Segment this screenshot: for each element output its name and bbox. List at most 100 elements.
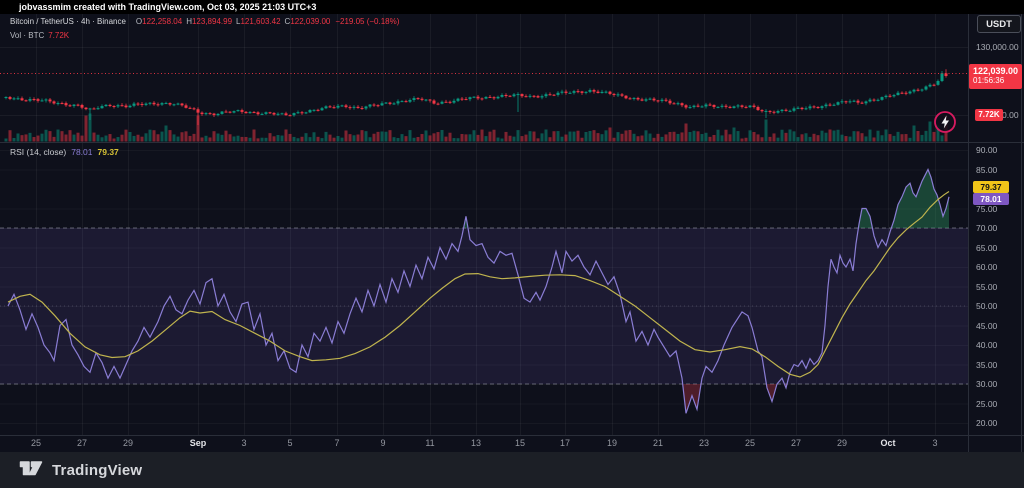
volume-bar	[33, 137, 36, 141]
candle-body	[337, 106, 340, 108]
candle-body	[113, 106, 116, 107]
candle-body	[869, 100, 872, 102]
volume-bar	[785, 133, 788, 142]
candle-body	[861, 103, 864, 104]
candle-body	[221, 112, 224, 114]
rsi-axis-tick: 85.00	[976, 165, 997, 175]
volume-bar	[37, 136, 40, 142]
candle-body	[717, 107, 720, 108]
rsi-ma-legend-value: 79.37	[98, 147, 119, 157]
volume-bar	[893, 136, 896, 142]
volume-bar	[249, 138, 252, 142]
candle-body	[897, 93, 900, 95]
candle-body	[613, 94, 616, 95]
volume-bar	[265, 138, 268, 142]
candle-body	[181, 104, 184, 106]
brand-wordmark[interactable]: TradingView	[52, 462, 142, 479]
candle-body	[201, 113, 204, 114]
volume-bar	[57, 130, 60, 142]
attribution-text: jobvassmim created with TradingView.com,…	[19, 2, 316, 12]
candle-body	[133, 104, 136, 106]
candle-body	[69, 105, 72, 106]
rsi-axis-tick: 75.00	[976, 204, 997, 214]
volume-bar	[797, 137, 800, 141]
symbol-legend: Bitcoin / TetherUS · 4h · BinanceO122,25…	[10, 17, 399, 26]
rsi-axis-tick: 45.00	[976, 321, 997, 331]
footer-bar: TradingView	[0, 452, 1024, 488]
volume-bar	[561, 137, 564, 142]
volume-bar	[61, 131, 64, 141]
volume-bar	[313, 132, 316, 141]
time-axis-tick: 17	[548, 438, 582, 448]
candle-body	[249, 112, 252, 113]
candle-body	[93, 108, 96, 109]
candle-body	[597, 92, 600, 93]
volume-bar	[513, 137, 516, 142]
candle-body	[553, 95, 556, 96]
time-axis-tick: 27	[779, 438, 813, 448]
volume-bar	[573, 132, 576, 142]
candle-body	[389, 103, 392, 104]
candle-body	[193, 108, 196, 109]
volume-bar	[505, 132, 508, 142]
candle-body	[285, 113, 288, 115]
candle-body	[629, 98, 632, 99]
time-axis-tick: 29	[825, 438, 859, 448]
time-axis-tick: Sep	[181, 438, 215, 448]
volume-bar	[737, 131, 740, 141]
candle-body	[453, 101, 456, 103]
rsi-legend-title[interactable]: RSI (14, close)	[10, 147, 66, 157]
volume-bar	[861, 133, 864, 141]
candle-body	[521, 94, 524, 96]
candle-body	[857, 101, 860, 103]
candle-body	[177, 104, 180, 105]
candle-body	[785, 110, 788, 111]
volume-bar	[353, 135, 356, 141]
rsi-axis-tick: 50.00	[976, 301, 997, 311]
flash-icon[interactable]	[933, 110, 957, 134]
volume-value-badge: 7.72K	[975, 109, 1003, 121]
candle-body	[797, 108, 800, 109]
rsi-axis-tick: 60.00	[976, 262, 997, 272]
volume-bar	[549, 137, 552, 141]
time-axis-tick: 3	[227, 438, 261, 448]
volume-bar	[401, 134, 404, 141]
candle-body	[873, 100, 876, 101]
candle-body	[585, 92, 588, 93]
volume-bar	[201, 137, 204, 141]
volume-bar	[413, 138, 416, 142]
candle-body	[801, 108, 804, 109]
volume-legend-label: Vol · BTC	[10, 31, 44, 40]
candle-body	[273, 113, 276, 115]
time-axis-tick: 3	[918, 438, 952, 448]
rsi-axis-tick: 70.00	[976, 223, 997, 233]
candle-body	[213, 114, 216, 116]
volume-bar	[273, 136, 276, 141]
candle-body	[357, 107, 360, 108]
candle-body	[185, 105, 188, 107]
candle-body	[645, 99, 648, 100]
candle-body	[61, 103, 64, 104]
time-axis-tick: 29	[111, 438, 145, 448]
chart-canvas[interactable]	[0, 0, 1024, 452]
volume-bar	[465, 134, 468, 141]
volume-bar	[725, 130, 728, 142]
volume-bar	[321, 138, 324, 141]
candle-body	[709, 105, 712, 106]
candle-body	[125, 106, 128, 108]
tradingview-logo-icon[interactable]	[18, 458, 44, 483]
volume-bar	[553, 131, 556, 141]
volume-bar	[373, 134, 376, 142]
currency-toggle-button[interactable]: USDT	[977, 15, 1021, 33]
volume-bar	[665, 134, 668, 141]
volume-bar	[757, 134, 760, 141]
symbol-title[interactable]: Bitcoin / TetherUS · 4h · Binance	[10, 17, 126, 26]
volume-bar	[205, 136, 208, 142]
candle-body	[497, 97, 500, 98]
candle-body	[393, 103, 396, 104]
volume-bar	[565, 135, 568, 142]
volume-bar	[621, 134, 624, 142]
volume-bar	[477, 135, 480, 142]
volume-bar	[901, 134, 904, 141]
volume-bar	[141, 137, 144, 142]
